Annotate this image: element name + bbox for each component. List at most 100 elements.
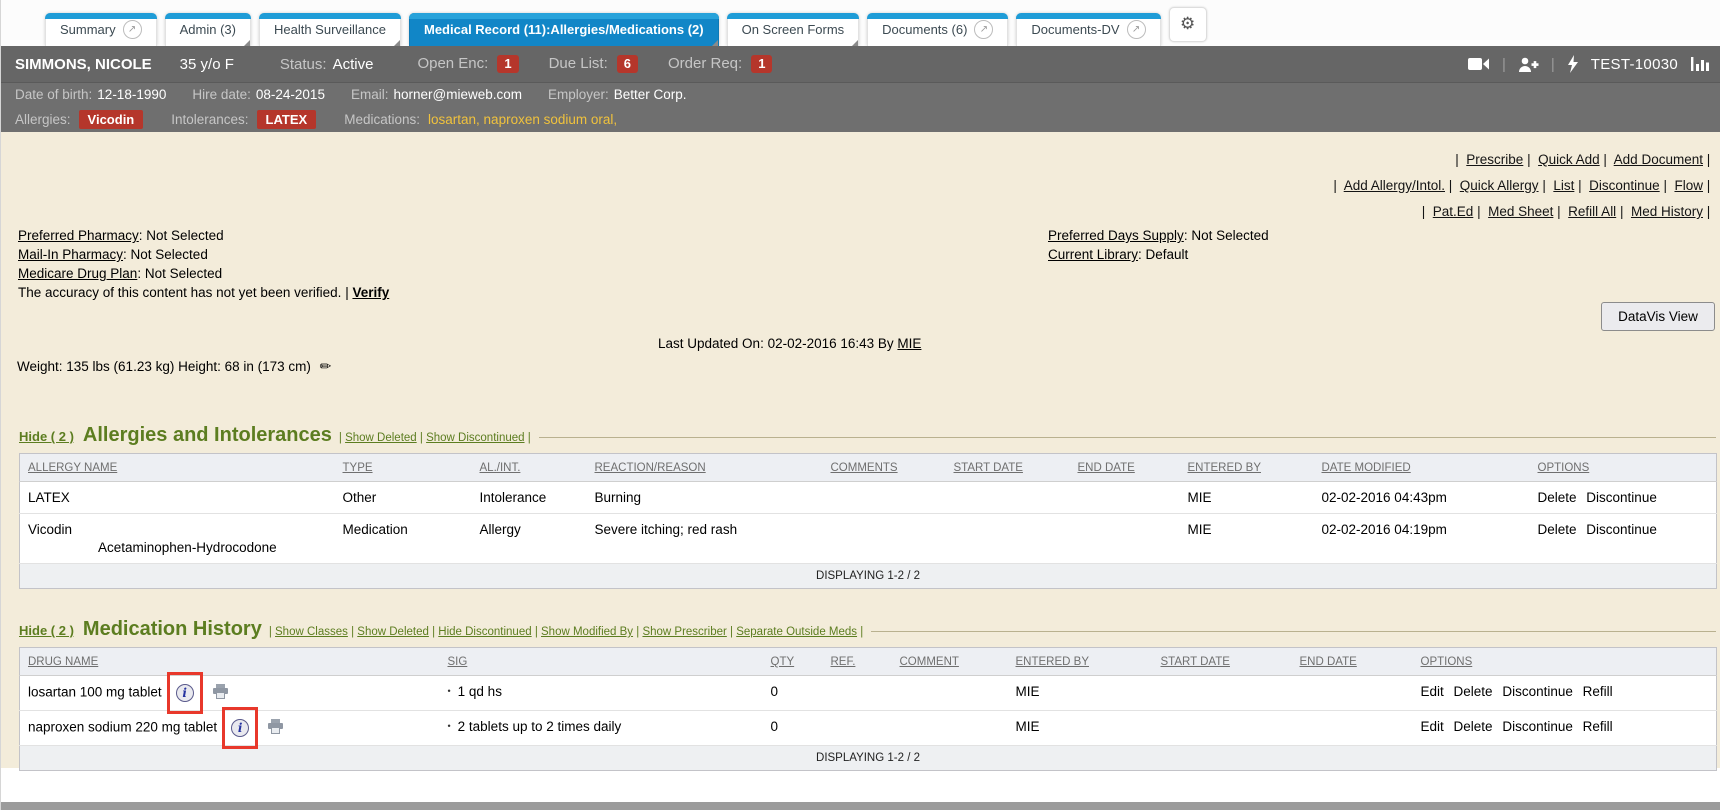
status-value: Active — [333, 56, 374, 73]
column-header[interactable]: DATE MODIFIED — [1314, 454, 1530, 482]
pharmacy-info-link[interactable]: Medicare Drug Plan — [18, 266, 137, 281]
pharmacy-info-link[interactable]: Current Library — [1048, 247, 1138, 262]
column-header[interactable]: START DATE — [1153, 648, 1292, 676]
divider: | — [1502, 56, 1506, 73]
print-icon[interactable] — [212, 687, 229, 702]
tab[interactable]: Admin (3) — [165, 13, 251, 46]
allergies-hide-link[interactable]: Hide ( 2 ) — [19, 429, 74, 444]
section-link[interactable]: Separate Outside Meds — [736, 626, 857, 638]
video-camera-icon[interactable] — [1468, 57, 1490, 71]
lightning-icon[interactable] — [1567, 55, 1579, 73]
section-link[interactable]: Show Deleted — [345, 432, 417, 444]
column-header[interactable]: QTY — [763, 648, 823, 676]
datavis-view-button[interactable]: DataVis View — [1601, 302, 1715, 331]
allergy-badge[interactable]: Vicodin — [79, 110, 144, 129]
column-header[interactable]: END DATE — [1070, 454, 1180, 482]
external-link-icon[interactable]: ↗ — [123, 20, 142, 39]
column-header[interactable]: AL./INT. — [472, 454, 587, 482]
action-link[interactable]: Refill All — [1568, 204, 1616, 219]
counter-badge[interactable]: 1 — [751, 55, 772, 73]
action-link[interactable]: Med Sheet — [1488, 204, 1553, 219]
counter-badge[interactable]: 6 — [617, 55, 638, 73]
column-header[interactable]: START DATE — [946, 454, 1070, 482]
section-link[interactable]: Show Deleted — [357, 626, 429, 638]
action-link[interactable]: Prescribe — [1466, 152, 1523, 167]
drug-entered-by: MIE — [1008, 676, 1153, 711]
settings-gear-button[interactable]: ⚙ — [1169, 7, 1207, 42]
drug-start-date — [1153, 711, 1292, 746]
print-icon[interactable] — [267, 722, 284, 737]
pharmacy-info-link[interactable]: Mail-In Pharmacy — [18, 247, 123, 262]
counter-badge[interactable]: 1 — [497, 55, 518, 73]
action-link[interactable]: Add Document — [1614, 152, 1703, 167]
bar-chart-icon[interactable] — [1690, 56, 1710, 72]
column-header[interactable]: ALLERGY NAME — [20, 454, 335, 482]
medication-hide-link[interactable]: Hide ( 2 ) — [19, 623, 74, 638]
pharmacy-info-link[interactable]: Preferred Pharmacy — [18, 228, 139, 243]
row-option-link[interactable]: Delete — [1538, 490, 1577, 505]
action-link[interactable]: Quick Allergy — [1460, 178, 1539, 193]
action-link[interactable]: Discontinue — [1589, 178, 1660, 193]
row-option-link[interactable]: Discontinue — [1586, 490, 1657, 505]
row-option-link[interactable]: Delete — [1454, 719, 1493, 734]
intolerance-badge[interactable]: LATEX — [257, 110, 317, 129]
external-link-icon[interactable]: ↗ — [974, 20, 993, 39]
patient-header-bar: SIMMONS, NICOLE 35 y/o F Status: Active … — [1, 46, 1720, 83]
displaying-count: DISPLAYING 1-2 / 2 — [20, 564, 1717, 589]
demographic-value: Better Corp. — [614, 87, 687, 102]
row-option-link[interactable]: Discontinue — [1502, 719, 1573, 734]
action-link[interactable]: Flow — [1674, 178, 1703, 193]
verify-link[interactable]: Verify — [352, 285, 389, 300]
section-link[interactable]: Show Discontinued — [426, 432, 524, 444]
section-link[interactable]: Hide Discontinued — [438, 626, 531, 638]
row-option-link[interactable]: Discontinue — [1502, 684, 1573, 699]
drug-info-icon[interactable]: i — [176, 684, 194, 702]
external-link-icon[interactable]: ↗ — [1127, 20, 1146, 39]
drug-info-icon[interactable]: i — [231, 719, 249, 737]
pharmacy-info-right: Preferred Days Supply: Not Selected Curr… — [1048, 226, 1269, 264]
row-option-link[interactable]: Delete — [1538, 522, 1577, 537]
header-counter: Due List: 6 — [549, 55, 638, 73]
column-header[interactable]: OPTIONS — [1413, 648, 1717, 676]
action-link[interactable]: List — [1553, 178, 1574, 193]
column-header[interactable]: OPTIONS — [1530, 454, 1717, 482]
medication-link[interactable]: naproxen sodium oral — [484, 112, 618, 127]
row-option-link[interactable]: Edit — [1421, 719, 1444, 734]
tab[interactable]: Documents (6) ↗ — [867, 13, 1008, 46]
tab[interactable]: Health Surveillance — [259, 13, 401, 46]
tab[interactable]: On Screen Forms — [727, 13, 860, 46]
tab[interactable]: Summary ↗ — [45, 13, 157, 46]
section-link[interactable]: Show Prescriber — [642, 626, 726, 638]
action-link[interactable]: Med History — [1631, 204, 1703, 219]
action-link[interactable]: Add Allergy/Intol. — [1344, 178, 1445, 193]
add-person-icon[interactable] — [1518, 57, 1539, 72]
row-option-link[interactable]: Refill — [1583, 719, 1613, 734]
last-updated-by-link[interactable]: MIE — [897, 336, 921, 351]
action-link[interactable]: Quick Add — [1538, 152, 1600, 167]
allergy-name-cell: Vicodin Acetaminophen-Hydrocodone — [20, 514, 335, 564]
column-header[interactable]: REF. — [823, 648, 892, 676]
section-link[interactable]: Show Classes — [275, 626, 348, 638]
edit-pencil-icon[interactable]: ✏ — [320, 358, 332, 374]
drug-comment — [892, 711, 1008, 746]
section-rule — [539, 437, 1716, 438]
row-option-link[interactable]: Discontinue — [1586, 522, 1657, 537]
action-link[interactable]: Pat.Ed — [1433, 204, 1474, 219]
column-header[interactable]: ENTERED BY — [1008, 648, 1153, 676]
column-header[interactable]: DRUG NAME — [20, 648, 440, 676]
section-link[interactable]: Show Modified By — [541, 626, 633, 638]
column-header[interactable]: TYPE — [335, 454, 472, 482]
column-header[interactable]: COMMENT — [892, 648, 1008, 676]
column-header[interactable]: COMMENTS — [823, 454, 946, 482]
tab[interactable]: Documents-DV ↗ — [1016, 13, 1160, 46]
column-header[interactable]: SIG — [440, 648, 763, 676]
column-header[interactable]: ENTERED BY — [1180, 454, 1314, 482]
row-option-link[interactable]: Delete — [1454, 684, 1493, 699]
medication-link[interactable]: losartan — [428, 112, 484, 127]
row-option-link[interactable]: Refill — [1583, 684, 1613, 699]
pharmacy-info-link[interactable]: Preferred Days Supply — [1048, 228, 1184, 243]
tab[interactable]: Medical Record (11):Allergies/Medication… — [409, 13, 719, 46]
row-option-link[interactable]: Edit — [1421, 684, 1444, 699]
column-header[interactable]: REACTION/REASON — [587, 454, 823, 482]
column-header[interactable]: END DATE — [1292, 648, 1413, 676]
